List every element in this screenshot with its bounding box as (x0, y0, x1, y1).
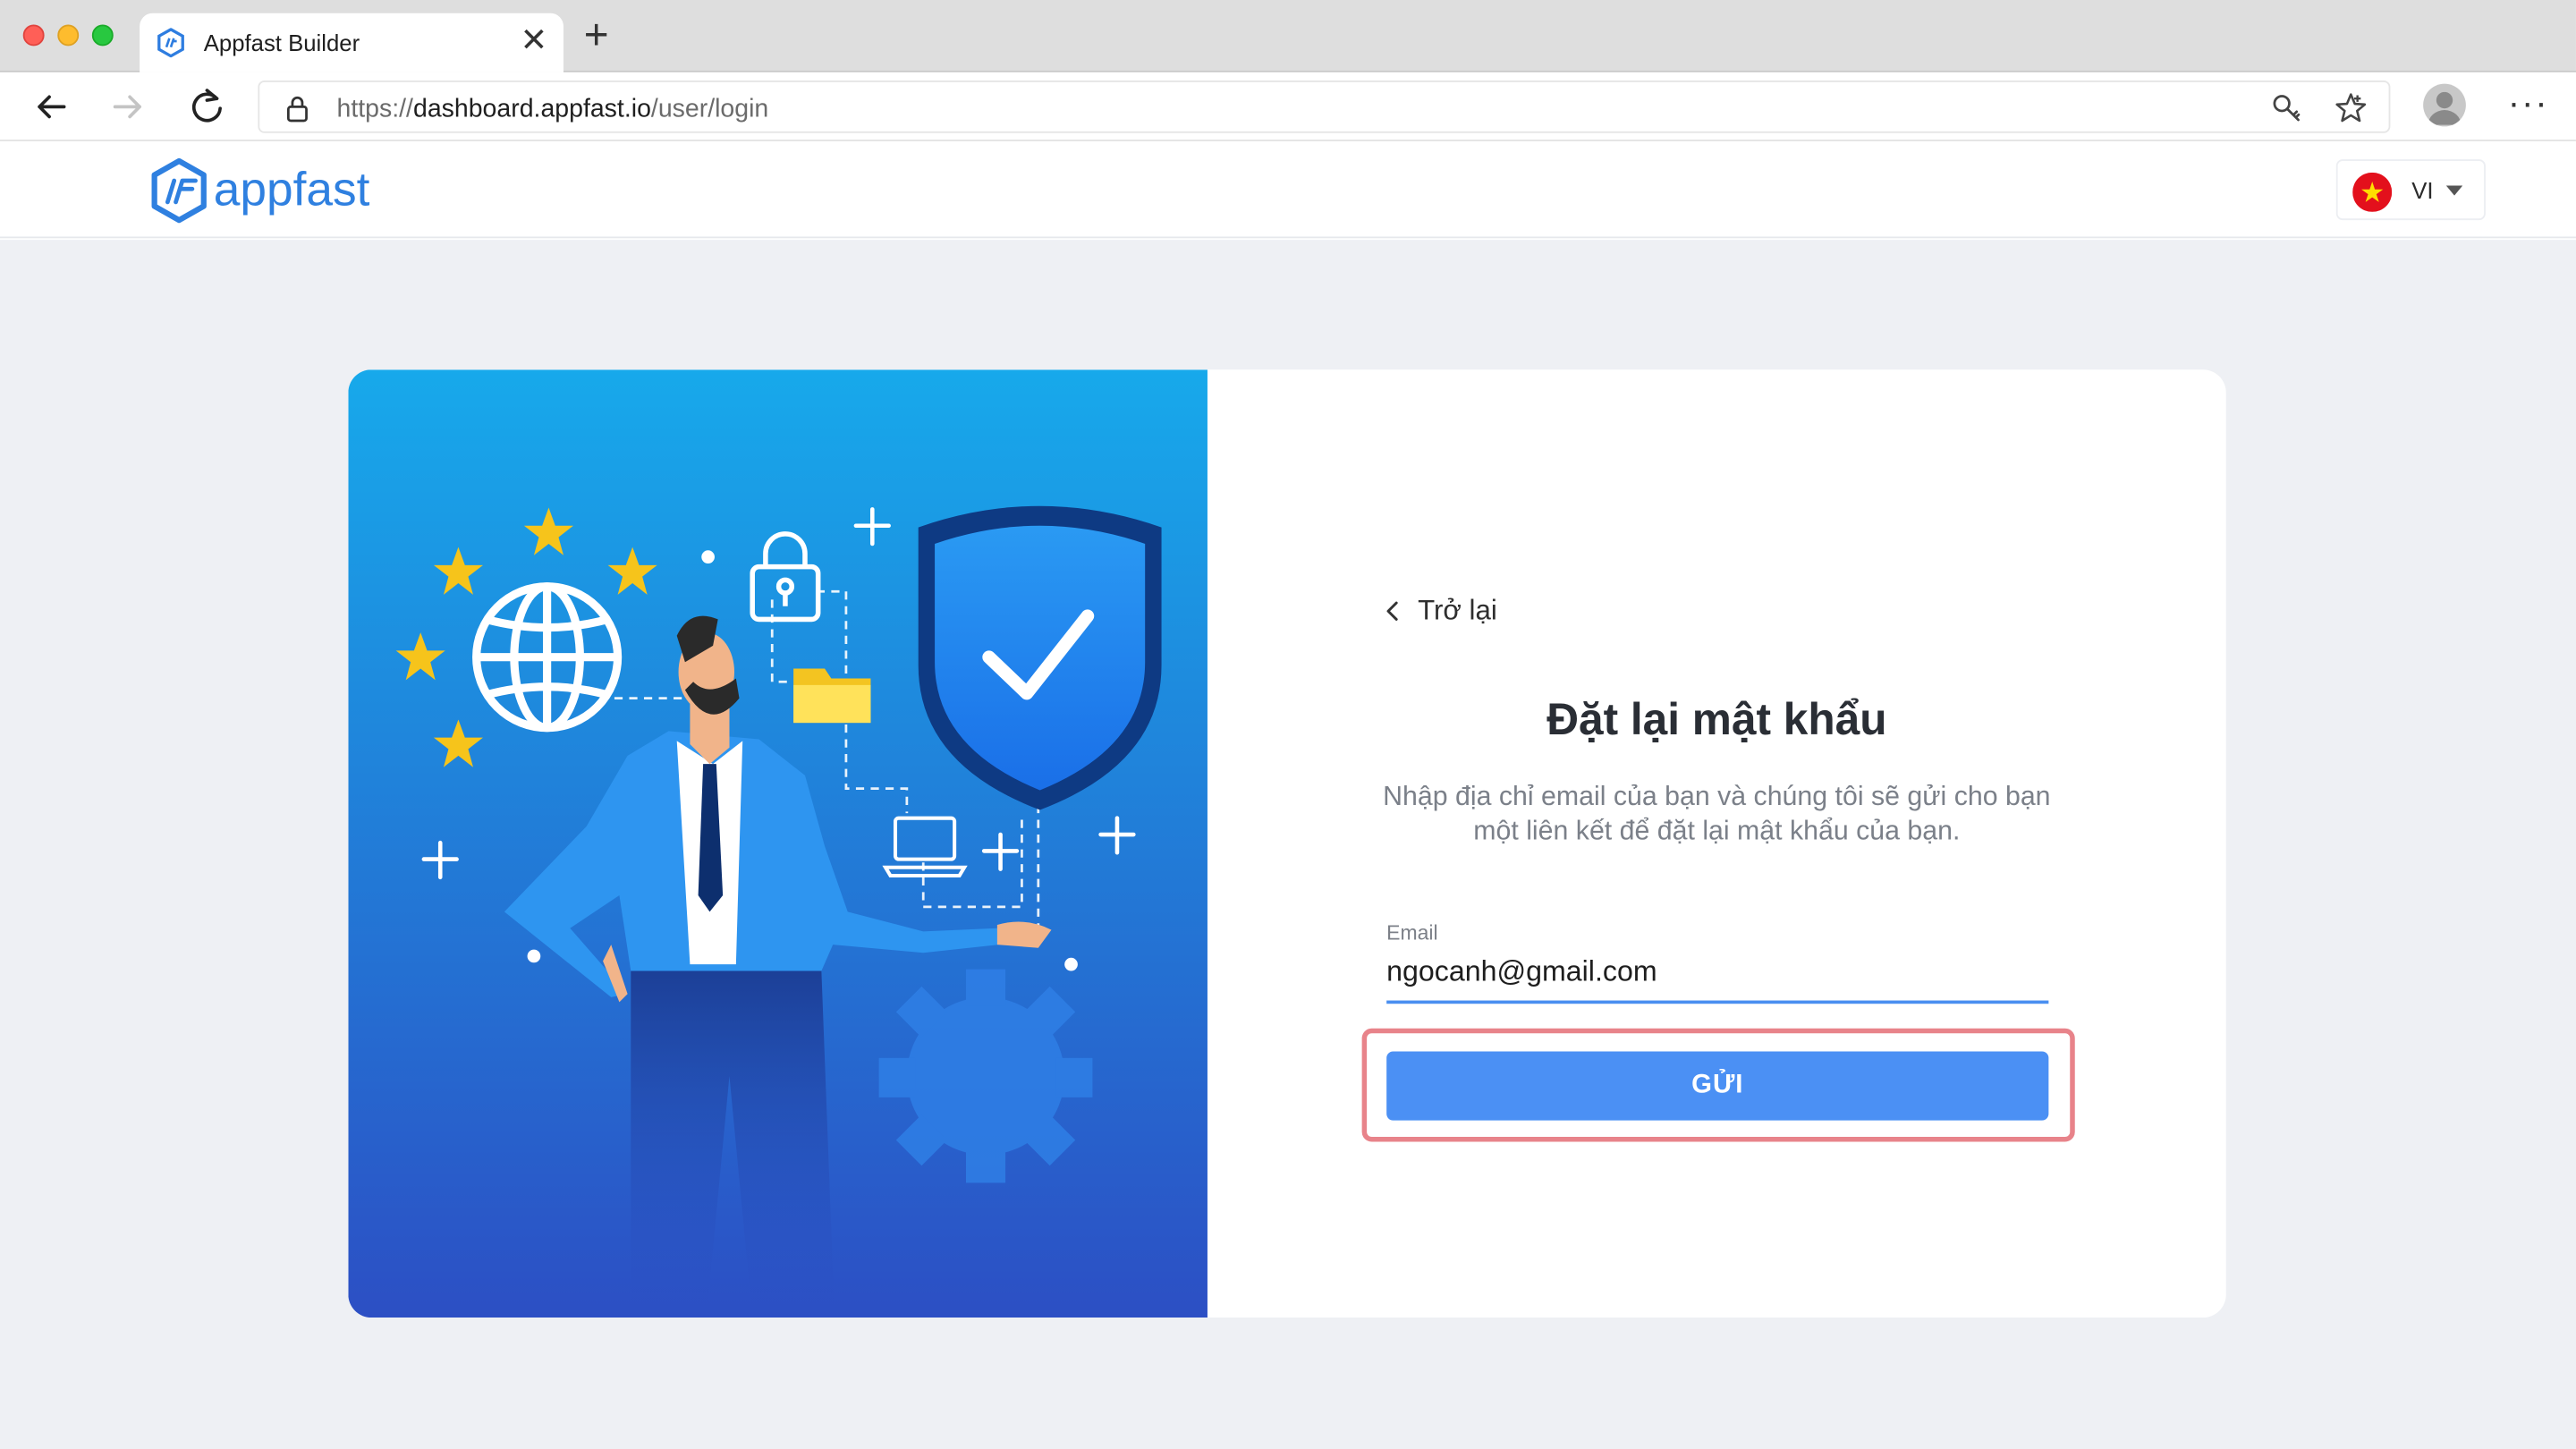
browser-window: Appfast Builder ✕ + https://dashboard.ap… (0, 0, 2576, 1449)
forward-arrow-icon[interactable] (106, 84, 151, 130)
globe-icon (472, 582, 623, 733)
submit-button[interactable]: GỬI (1386, 1051, 2049, 1121)
security-illustration (348, 369, 1208, 1318)
flag-vietnam-icon (2352, 172, 2393, 212)
back-link[interactable]: Trở lại (1385, 591, 1497, 631)
reset-password-card: Trở lại Đặt lại mật khẩu Nhập địa chỉ em… (348, 369, 2226, 1318)
star-icon[interactable] (2333, 90, 2368, 126)
new-tab-button[interactable]: + (577, 13, 616, 56)
language-label: VI (2411, 177, 2434, 204)
url-host: dashboard.appfast.io (412, 95, 651, 123)
tab-bar: Appfast Builder ✕ + (0, 0, 2576, 72)
maximize-window-button[interactable] (91, 24, 114, 47)
caret-down-icon (2445, 185, 2463, 196)
url-path: /user/login (650, 95, 769, 123)
tab-close-icon[interactable]: ✕ (518, 23, 551, 59)
page-title: Đặt lại mật khẩu (1546, 694, 1887, 745)
email-label: Email (1386, 921, 1438, 945)
more-menu-icon[interactable]: ··· (2507, 79, 2550, 128)
reload-icon[interactable] (184, 84, 230, 130)
page-body: Trở lại Đặt lại mật khẩu Nhập địa chỉ em… (0, 240, 2576, 1449)
language-select[interactable]: VI (2335, 159, 2486, 221)
form-description: Nhập địa chỉ email của bạn và chúng tôi … (1383, 782, 2051, 846)
email-field[interactable] (1386, 953, 2049, 1004)
tab-title: Appfast Builder (203, 30, 360, 56)
close-window-button[interactable] (22, 24, 45, 47)
chevron-left-icon (1386, 601, 1398, 621)
lock-icon (286, 96, 308, 123)
url-scheme: https:// (336, 95, 413, 123)
reset-password-form: Trở lại Đặt lại mật khẩu Nhập địa chỉ em… (1208, 369, 2226, 1318)
address-bar[interactable]: https://dashboard.appfast.io/user/login (258, 80, 2391, 133)
back-arrow-icon[interactable] (28, 84, 73, 130)
minimize-window-button[interactable] (57, 24, 80, 47)
appfast-favicon-icon (157, 28, 184, 58)
back-link-label: Trở lại (1418, 594, 1497, 626)
url-text[interactable]: https://dashboard.appfast.io/user/login (337, 96, 769, 125)
appfast-logo[interactable]: appfast (148, 156, 394, 225)
profile-icon[interactable] (2423, 83, 2466, 127)
browser-tab[interactable]: Appfast Builder ✕ (140, 13, 564, 72)
browser-toolbar: https://dashboard.appfast.io/user/login … (0, 72, 2576, 141)
key-icon[interactable] (2270, 92, 2303, 125)
gear-icon (878, 969, 1093, 1183)
site-header: appfast VI (0, 140, 2576, 239)
logo-text: appfast (214, 164, 370, 216)
